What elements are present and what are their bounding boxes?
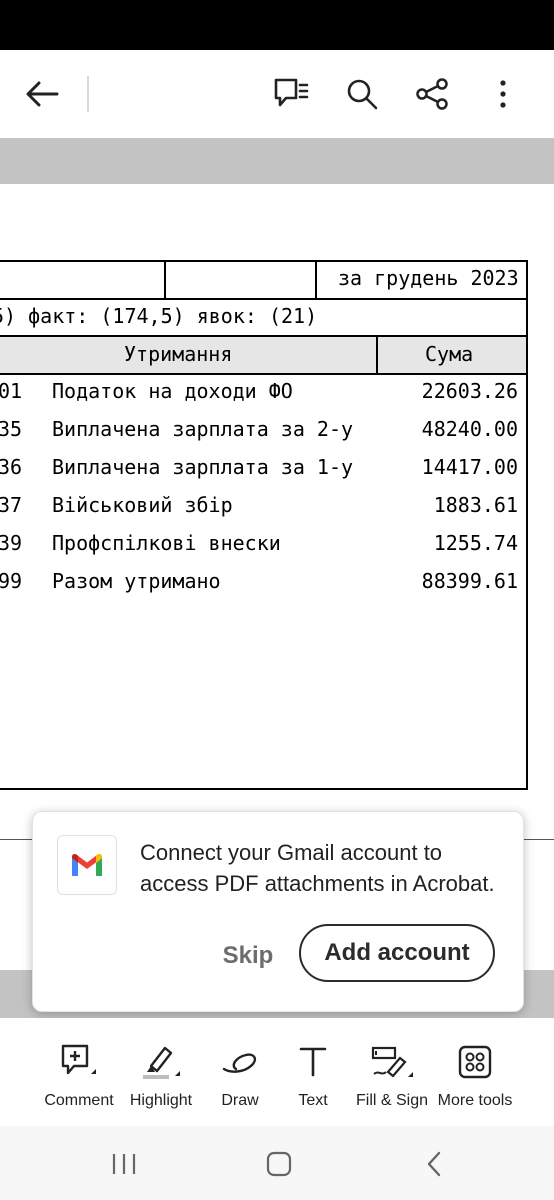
status-bar bbox=[0, 0, 554, 50]
back-arrow-icon[interactable] bbox=[20, 72, 64, 116]
more-vertical-icon[interactable] bbox=[481, 72, 525, 116]
table-right-line bbox=[526, 260, 528, 790]
period-label: за грудень 2023 bbox=[338, 266, 519, 290]
row-name: Виплачена зарплата за 1-у bbox=[52, 455, 354, 479]
add-account-button[interactable]: Add account bbox=[299, 924, 495, 982]
app-bar-divider bbox=[87, 76, 89, 112]
fill-sign-icon bbox=[347, 1040, 437, 1084]
tool-text[interactable]: Text bbox=[268, 1040, 358, 1120]
tool-label: Highlight bbox=[129, 1092, 193, 1109]
table-header-deductions: Утримання bbox=[124, 342, 233, 366]
row-amount: 48240.00 bbox=[421, 417, 518, 441]
skip-button[interactable]: Skip bbox=[193, 936, 303, 976]
row-name: Профспілкові внески bbox=[52, 531, 281, 555]
app-bar bbox=[0, 50, 554, 138]
table-header-amount: Сума bbox=[425, 342, 474, 366]
comments-list-icon[interactable] bbox=[269, 72, 313, 116]
tool-label: Comment bbox=[44, 1092, 114, 1109]
hours-line: 5) факт: (174,5) явок: (21) bbox=[0, 304, 318, 328]
table-top-line bbox=[0, 260, 528, 262]
table-divider bbox=[376, 335, 378, 373]
table-divider bbox=[315, 260, 317, 298]
tool-label: Text bbox=[298, 1092, 328, 1109]
row-amount: 14417.00 bbox=[421, 455, 518, 479]
system-nav-bar bbox=[0, 1126, 554, 1200]
gmail-connect-dialog: Connect your Gmail account to access PDF… bbox=[32, 811, 524, 1012]
more-tools-grid-icon bbox=[430, 1040, 520, 1084]
table-divider bbox=[164, 260, 166, 298]
table-bottom-line bbox=[0, 788, 528, 790]
row-name: Разом утримано bbox=[52, 569, 221, 593]
tool-comment[interactable]: Comment bbox=[34, 1040, 124, 1120]
document-top-band bbox=[0, 138, 554, 184]
row-code: 36 bbox=[0, 455, 23, 479]
row-name: Військовий збір bbox=[52, 493, 233, 517]
row-code: 37 bbox=[0, 493, 23, 517]
row-code: 35 bbox=[0, 417, 23, 441]
row-code: 39 bbox=[0, 531, 23, 555]
share-icon[interactable] bbox=[410, 72, 454, 116]
tool-highlight[interactable]: Highlight bbox=[116, 1040, 206, 1120]
row-amount: 88399.61 bbox=[421, 569, 518, 593]
tool-fill-sign[interactable]: Fill & Sign bbox=[347, 1040, 437, 1120]
dialog-message: Connect your Gmail account to access PDF… bbox=[140, 840, 495, 896]
nav-back-icon[interactable] bbox=[414, 1146, 454, 1182]
table-line bbox=[0, 373, 528, 375]
row-amount: 1883.61 bbox=[433, 493, 518, 517]
tool-label: More tools bbox=[437, 1092, 513, 1109]
recent-apps-icon[interactable] bbox=[104, 1146, 144, 1182]
row-amount: 22603.26 bbox=[421, 379, 518, 403]
search-icon[interactable] bbox=[340, 72, 384, 116]
bottom-toolbar: Comment Highlight Draw Text Fill & Sign … bbox=[0, 1018, 554, 1126]
row-amount: 1255.74 bbox=[433, 531, 518, 555]
comment-add-icon bbox=[34, 1040, 124, 1084]
row-name: Виплачена зарплата за 2-у bbox=[52, 417, 354, 441]
tool-label: Fill & Sign bbox=[355, 1092, 429, 1109]
home-icon[interactable] bbox=[259, 1146, 299, 1182]
highlighter-icon bbox=[116, 1040, 206, 1084]
gmail-icon bbox=[57, 835, 117, 895]
row-code: 99 bbox=[0, 569, 23, 593]
row-name: Податок на доходи ФО bbox=[52, 379, 293, 403]
tool-more-tools[interactable]: More tools bbox=[430, 1040, 520, 1120]
text-icon bbox=[268, 1040, 358, 1084]
row-code: 01 bbox=[0, 379, 23, 403]
table-line bbox=[0, 298, 528, 300]
